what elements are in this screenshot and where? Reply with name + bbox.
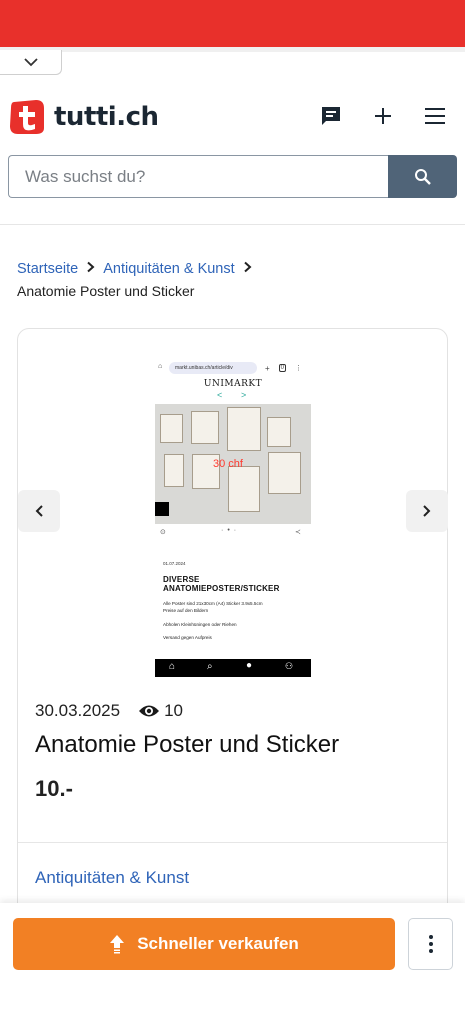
header-divider xyxy=(0,224,465,225)
tabs-icon: 0 xyxy=(278,364,287,372)
poster-thumb xyxy=(268,452,301,494)
card-divider xyxy=(18,842,447,843)
image-price-overlay: 30 chf xyxy=(213,458,243,470)
chevron-down-icon xyxy=(23,58,38,67)
listing-date: 30.03.2025 xyxy=(35,701,121,720)
listing-title: Anatomie Poster und Sticker xyxy=(35,731,340,758)
listing-price: 10.- xyxy=(35,776,73,801)
menu-icon xyxy=(425,108,445,124)
chat-icon xyxy=(322,107,340,125)
listing-image[interactable]: ⌂ markt.unibas.ch/article/div + 0 ⋮ UNIM… xyxy=(155,339,311,683)
logo[interactable]: tutti.ch xyxy=(8,98,159,136)
gallery-next-button[interactable] xyxy=(406,490,448,532)
share-icon: ≺ xyxy=(295,529,301,536)
collapse-banner-button[interactable] xyxy=(0,50,62,75)
plus-icon xyxy=(375,108,391,124)
bottom-action-bar: Schneller verkaufen xyxy=(0,903,465,1035)
kebab-menu-icon xyxy=(428,935,433,953)
poster-thumb xyxy=(267,417,291,447)
image-controls: ⊙ ·•· ≺ xyxy=(155,527,311,539)
chevron-right-icon: > xyxy=(241,390,247,400)
image-title: DIVERSE ANATOMIEPOSTER/STICKER xyxy=(163,575,280,593)
logo-text: tutti.ch xyxy=(54,102,159,132)
sell-faster-label: Schneller verkaufen xyxy=(137,934,299,953)
more-options-button[interactable] xyxy=(408,918,453,970)
menu-button[interactable] xyxy=(419,100,451,132)
image-text-line: Abholen Kleinhüningen oder Riehen xyxy=(163,622,237,627)
image-date: 01.07.2024 xyxy=(163,561,186,566)
image-nav-bar: ⌂ ⌕ ● ⚇ xyxy=(155,659,311,677)
poster-thumb xyxy=(227,407,261,451)
tutti-logo-icon xyxy=(10,100,44,134)
breadcrumb: Startseite Antiquitäten & Kunst Anatomie … xyxy=(17,256,447,300)
image-url-bar: ⌂ markt.unibas.ch/article/div + 0 ⋮ xyxy=(155,359,311,377)
breadcrumb-category-link[interactable]: Antiquitäten & Kunst xyxy=(103,261,234,277)
home-icon: ⌂ xyxy=(158,363,163,370)
home-icon: ⌂ xyxy=(169,661,176,672)
poster-thumb xyxy=(191,411,219,444)
listing-card: ⌂ markt.unibas.ch/article/div + 0 ⋮ UNIM… xyxy=(17,328,448,928)
info-icon: ● xyxy=(246,660,253,671)
image-text-line: Alle Poster sind 21x30cm (A4) Sticker 3.… xyxy=(163,601,263,606)
gallery-prev-button[interactable] xyxy=(18,490,60,532)
chevron-left-icon xyxy=(35,505,43,517)
image-text-line: Versand gegen Aufpreis xyxy=(163,635,212,640)
carousel-dots: ·•· xyxy=(221,527,241,534)
messages-button[interactable] xyxy=(315,100,347,132)
chevron-right-icon xyxy=(423,505,431,517)
kebab-icon: ⋮ xyxy=(295,365,303,372)
image-text-line: Preise auf den Bildern xyxy=(163,608,209,613)
history-icon: ⊙ xyxy=(160,529,166,536)
sell-faster-button[interactable]: Schneller verkaufen xyxy=(13,918,395,970)
boost-icon xyxy=(110,935,125,954)
breadcrumb-current: Anatomie Poster und Sticker xyxy=(17,283,195,300)
image-url-text: markt.unibas.ch/article/div xyxy=(169,362,257,374)
eye-icon xyxy=(139,705,160,717)
top-banner xyxy=(0,0,465,47)
chevron-right-icon xyxy=(243,256,252,282)
search-icon: ⌕ xyxy=(207,661,213,672)
poster-thumb xyxy=(164,454,184,487)
image-brand: UNIMARKT xyxy=(203,379,263,389)
listing-category-link[interactable]: Antiquitäten & Kunst xyxy=(35,868,189,888)
search-button[interactable] xyxy=(388,155,457,198)
plus-icon: + xyxy=(265,363,270,373)
search-icon xyxy=(414,168,431,185)
image-photo: 30 chf xyxy=(155,404,311,524)
search-bar xyxy=(8,155,457,198)
account-icon: ⚇ xyxy=(285,661,294,671)
view-count-value: 10 xyxy=(164,701,184,720)
view-count: 10 xyxy=(138,701,183,721)
site-header: tutti.ch xyxy=(0,92,465,142)
listing-meta: 30.03.2025 10 xyxy=(35,701,183,721)
banner-divider xyxy=(0,47,465,52)
chevron-right-icon xyxy=(86,256,95,282)
new-listing-button[interactable] xyxy=(367,100,399,132)
search-input[interactable] xyxy=(8,155,388,198)
poster-thumb xyxy=(160,414,183,443)
breadcrumb-home-link[interactable]: Startseite xyxy=(17,261,78,277)
image-menu-icon xyxy=(155,502,169,516)
chevron-left-icon: < xyxy=(217,390,223,400)
poster-thumb xyxy=(228,466,260,512)
